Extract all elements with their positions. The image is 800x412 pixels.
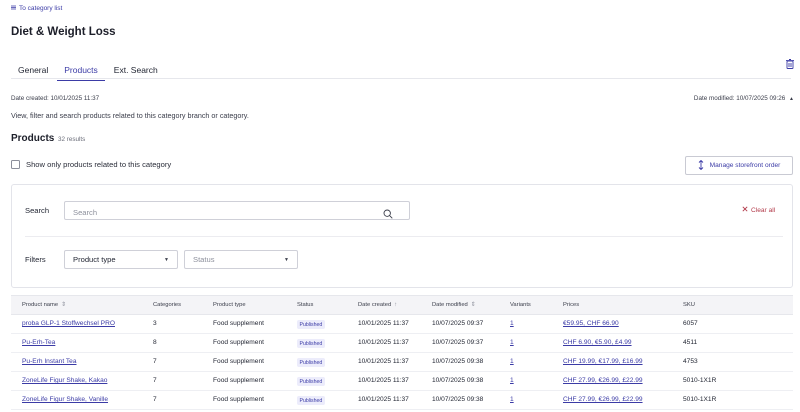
product-name-link[interactable]: Pu-Erh-Tea <box>22 339 55 346</box>
chevron-up-icon[interactable]: ▲ <box>789 96 794 102</box>
col-sku: SKU <box>683 302 695 308</box>
chevron-down-icon: ▼ <box>284 256 289 263</box>
categories-cell: 3 <box>153 320 157 327</box>
prices-link[interactable]: CHF 27.99, €26.99, £22.99 <box>563 377 643 384</box>
search-label: Search <box>25 206 50 215</box>
date-created-cell: 10/01/2025 11:37 <box>358 320 409 327</box>
search-icon[interactable] <box>383 206 393 219</box>
trash-icon[interactable] <box>786 56 794 69</box>
date-created-cell: 10/01/2025 11:37 <box>358 377 409 384</box>
only-category-checkbox[interactable] <box>11 160 20 169</box>
col-product-type: Product type <box>213 302 246 308</box>
variants-link[interactable]: 1 <box>510 396 514 403</box>
manage-storefront-order-label: Manage storefront order <box>709 162 781 169</box>
col-date-created[interactable]: Date created ↑ <box>358 302 397 308</box>
prices-link[interactable]: CHF 19.99, €17.99, £16.99 <box>563 358 643 365</box>
date-modified: Date modified: 10/07/2025 09:26 ▲ <box>694 95 794 102</box>
prices-link[interactable]: CHF 27.99, €26.99, £22.99 <box>563 396 643 403</box>
product-name-link[interactable]: ZoneLife Figur Shake, Kakao <box>22 377 107 384</box>
date-modified-cell: 10/07/2025 09:37 <box>432 339 484 346</box>
only-category-toggle[interactable]: Show only products related to this categ… <box>11 160 171 169</box>
date-modified-text: Date modified: 10/07/2025 09:26 <box>693 95 786 102</box>
col-categories: Categories <box>153 302 182 308</box>
date-modified-cell: 10/07/2025 09:37 <box>432 320 484 327</box>
col-variants: Variants <box>510 302 531 308</box>
search-input[interactable] <box>65 204 365 221</box>
date-modified-cell: 10/07/2025 09:38 <box>432 358 484 365</box>
sku-cell: 5010-1X1R <box>683 396 717 403</box>
table-row[interactable]: Pu-Erh Instant Tea 7 Food supplement Pub… <box>11 353 793 372</box>
categories-cell: 7 <box>153 396 157 403</box>
product-type-cell: Food supplement <box>213 339 264 346</box>
status-badge: Published <box>297 377 325 386</box>
product-type-cell: Food supplement <box>213 320 264 327</box>
filters-label: Filters <box>25 255 46 264</box>
panel-divider <box>25 236 783 237</box>
variants-link[interactable]: 1 <box>510 320 514 327</box>
categories-cell: 7 <box>153 377 157 384</box>
col-date-modified[interactable]: Date modified ⇕ <box>432 302 476 308</box>
categories-cell: 7 <box>153 358 157 365</box>
col-product-name[interactable]: Product name ⇕ <box>22 302 66 308</box>
status-badge: Published <box>297 358 325 367</box>
col-prices: Prices <box>563 302 580 308</box>
prices-link[interactable]: €59.95, CHF 66.90 <box>563 320 619 327</box>
sort-vertical-icon <box>698 159 704 172</box>
variants-link[interactable]: 1 <box>510 358 514 365</box>
prices-link[interactable]: CHF 6.90, €5.90, £4.99 <box>563 339 632 346</box>
product-type-cell: Food supplement <box>213 396 264 403</box>
sku-cell: 6057 <box>683 320 698 327</box>
sort-arrows-icon[interactable]: ⇕ <box>61 302 66 308</box>
table-row[interactable]: Pu-Erh-Tea 8 Food supplement Published 1… <box>11 334 793 353</box>
product-type-select[interactable]: Product type ▼ <box>64 250 178 269</box>
product-type-value: Product type <box>73 255 116 264</box>
date-created: Date created: 10/01/2025 11:37 <box>11 95 100 102</box>
date-created-cell: 10/01/2025 11:37 <box>358 358 409 365</box>
chevron-down-icon: ▼ <box>164 256 169 263</box>
products-heading: Products <box>11 133 55 144</box>
only-category-label: Show only products related to this categ… <box>26 160 172 169</box>
sku-cell: 4753 <box>683 358 698 365</box>
sku-cell: 4511 <box>683 339 698 346</box>
col-status: Status <box>297 302 314 308</box>
table-row[interactable]: ZoneLife Figur Shake, Vanille 7 Food sup… <box>11 391 793 410</box>
product-name-link[interactable]: Pu-Erh Instant Tea <box>22 358 77 365</box>
close-icon <box>742 206 748 214</box>
variants-link[interactable]: 1 <box>510 339 514 346</box>
manage-storefront-order-button[interactable]: Manage storefront order <box>685 156 793 175</box>
date-created-cell: 10/01/2025 11:37 <box>358 339 409 346</box>
status-value: Status <box>193 255 215 264</box>
product-type-cell: Food supplement <box>213 377 264 384</box>
status-badge: Published <box>297 320 325 329</box>
search-field[interactable] <box>64 201 410 221</box>
product-name-link[interactable]: ZoneLife Figur Shake, Vanille <box>22 396 108 403</box>
variants-link[interactable]: 1 <box>510 377 514 384</box>
page-description: View, filter and search products related… <box>11 111 249 120</box>
table-header: Product name ⇕ Categories Product type St… <box>11 295 793 315</box>
date-modified-cell: 10/07/2025 09:38 <box>432 377 484 384</box>
table-row[interactable]: ZoneLife Figur Shake, Kakao 7 Food suppl… <box>11 372 793 391</box>
page-title: Diet & Weight Loss <box>11 26 116 38</box>
tabs-divider <box>11 78 791 79</box>
categories-cell: 8 <box>153 339 157 346</box>
date-modified-cell: 10/07/2025 09:38 <box>432 396 484 403</box>
sort-arrows-icon[interactable]: ⇕ <box>471 302 476 308</box>
date-created-cell: 10/01/2025 11:37 <box>358 396 409 403</box>
product-type-cell: Food supplement <box>213 358 264 365</box>
sku-cell: 5010-1X1R <box>683 377 717 384</box>
clear-all-label: Clear all <box>751 206 776 214</box>
back-link-label: To category list <box>19 5 63 12</box>
product-name-link[interactable]: proba GLP-1 Stoffwechsel PRO <box>22 320 115 327</box>
status-select[interactable]: Status ▼ <box>184 250 298 269</box>
clear-all-button[interactable]: Clear all <box>742 206 775 214</box>
table-row[interactable]: proba GLP-1 Stoffwechsel PRO 3 Food supp… <box>11 315 793 334</box>
sort-arrow-up-icon[interactable]: ↑ <box>394 302 397 308</box>
results-count: 32 results <box>58 136 86 143</box>
back-to-category-list-link[interactable]: To category list <box>11 5 62 12</box>
status-badge: Published <box>297 396 325 405</box>
status-badge: Published <box>297 339 325 348</box>
list-icon <box>11 5 16 12</box>
